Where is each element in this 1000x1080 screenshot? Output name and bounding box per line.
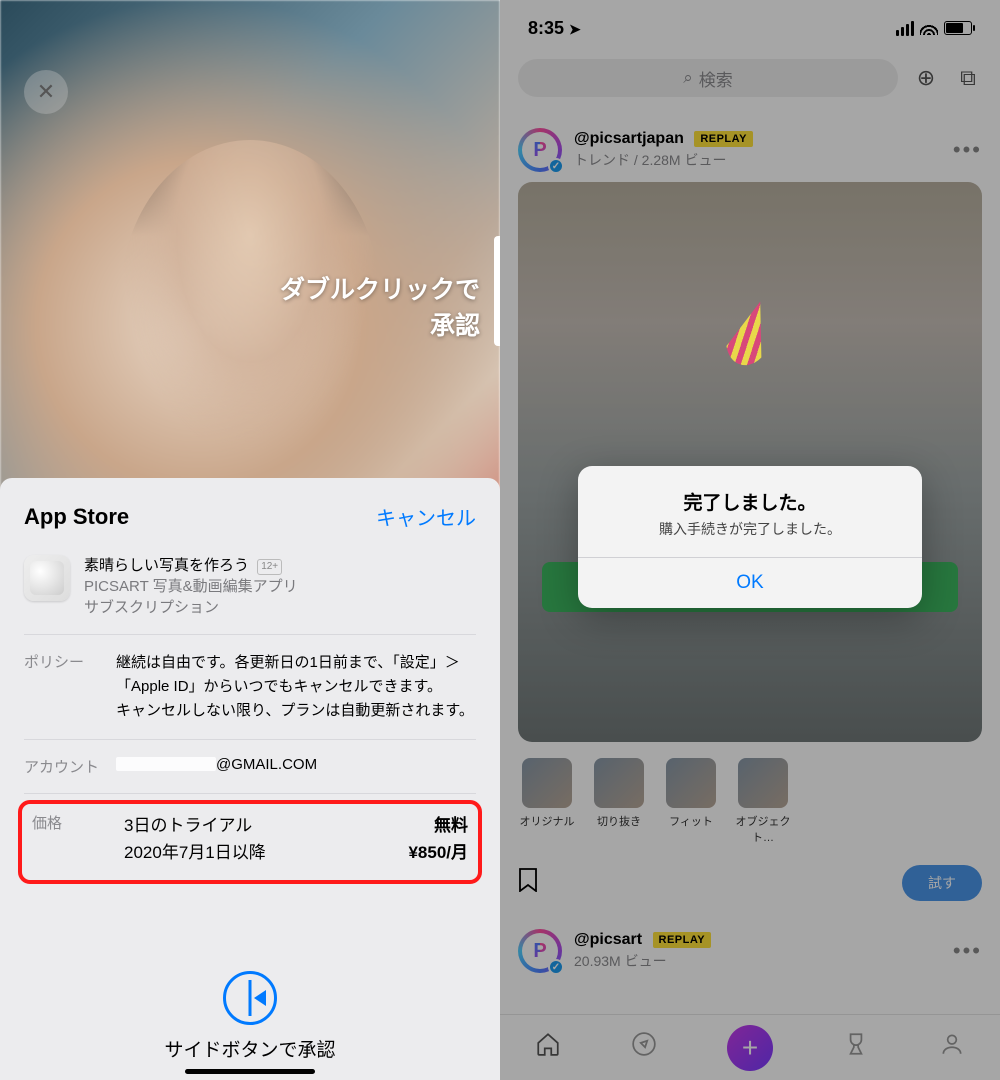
sheet-title: App Store [24,504,129,530]
close-icon: ✕ [37,79,55,105]
age-badge: 12+ [257,559,282,575]
after-date-value: ¥850/月 [408,839,468,866]
price-label: 価格 [32,812,110,866]
approve-text: サイドボタンで承認 [0,1035,500,1062]
account-masked [116,757,216,771]
app-type: サブスクリプション [84,597,298,618]
account-value: @GMAIL.COM [116,756,317,777]
home-indicator [185,1069,315,1074]
price-highlight-box: 価格 3日のトライアル 無料 2020年7月1日以降 ¥850/月 [18,800,482,884]
app-name-text: 素晴らしい写真を作ろう [84,557,249,574]
double-click-prompt: ダブルクリックで 承認 [280,270,480,342]
double-click-line1: ダブルクリックで [280,270,480,306]
after-date-label: 2020年7月1日以降 [124,839,266,866]
close-button[interactable]: ✕ [24,70,68,114]
purchase-sheet: App Store キャンセル 素晴らしい写真を作ろう 12+ PICSART … [0,478,500,1080]
trial-label: 3日のトライアル [124,812,252,839]
completion-alert: 完了しました。 購入手続きが完了しました。 OK [578,466,922,608]
cancel-button[interactable]: キャンセル [376,502,476,531]
alert-message: 購入手続きが完了しました。 [596,519,904,539]
trial-value: 無料 [434,812,468,839]
account-label: アカウント [24,756,102,777]
app-icon [24,555,70,601]
alert-title: 完了しました。 [596,488,904,515]
account-domain: @GMAIL.COM [216,756,317,773]
side-button-icon [223,971,277,1025]
divider [24,793,476,794]
app-publisher: PICSART 写真&動画編集アプリ [84,576,298,597]
policy-body: 継続は自由です。各更新日の1日前まで、「設定」＞「Apple ID」からいつでも… [116,651,476,723]
app-name: 素晴らしい写真を作ろう 12+ [84,555,298,576]
alert-ok-button[interactable]: OK [578,558,922,608]
double-click-line2: 承認 [280,306,480,342]
policy-label: ポリシー [24,651,102,723]
